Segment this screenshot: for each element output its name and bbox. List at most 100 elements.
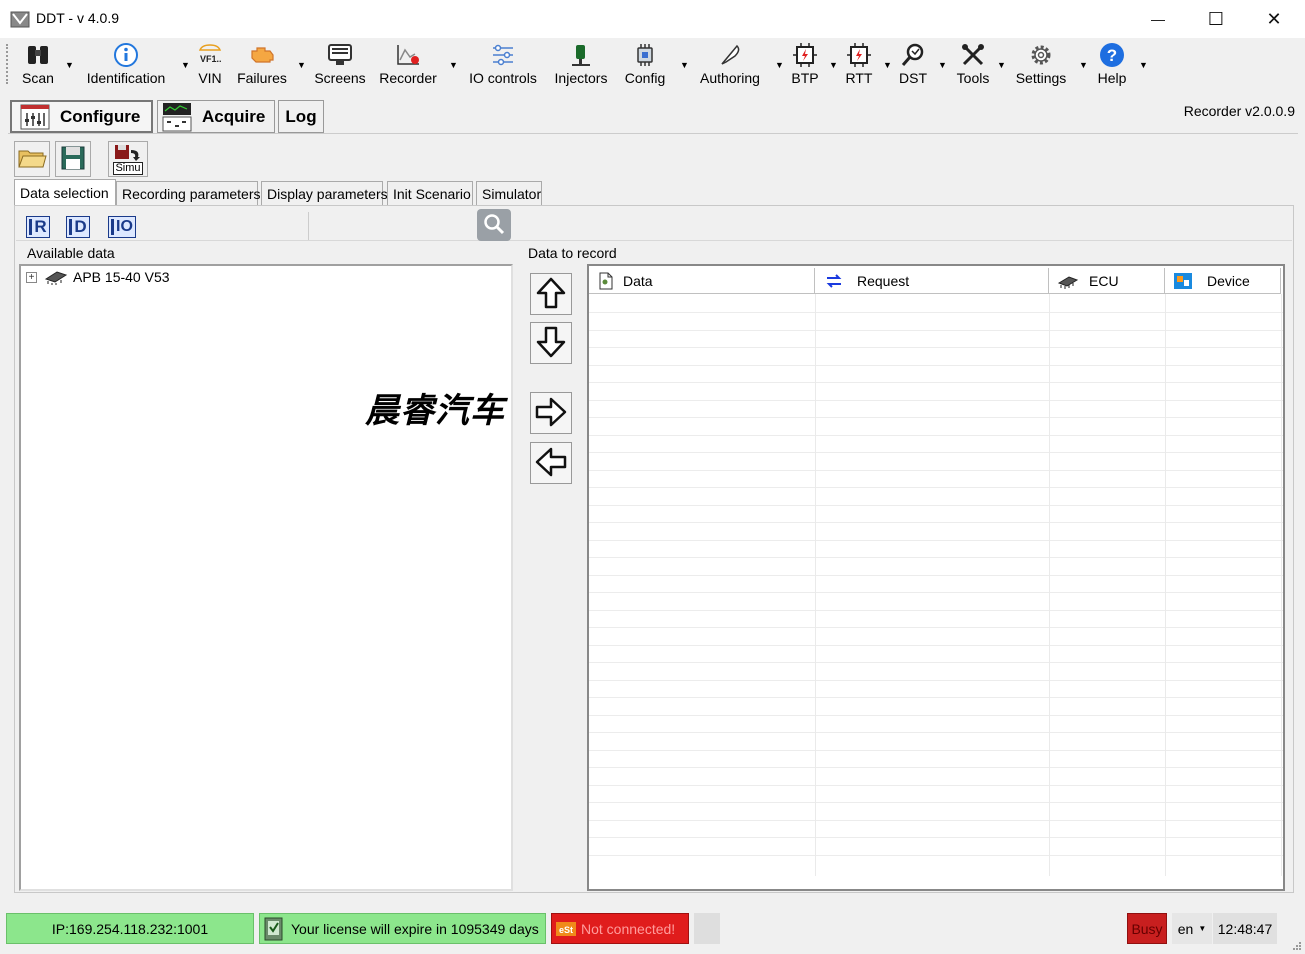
help-button[interactable]: ? Help xyxy=(1094,38,1130,90)
ecu-chip-icon xyxy=(1057,273,1079,289)
grid-row-line xyxy=(589,400,1283,401)
toolbar-grip[interactable] xyxy=(6,44,9,84)
grid-row-line xyxy=(589,645,1283,646)
tools-dropdown-arrow[interactable]: ▼ xyxy=(997,60,1006,70)
tree-item-ecu[interactable]: APB 15-40 V53 xyxy=(43,269,170,285)
column-header-data[interactable]: Data xyxy=(589,268,815,294)
settings-dropdown-arrow[interactable]: ▼ xyxy=(1079,60,1088,70)
grid-row-line xyxy=(589,417,1283,418)
arrow-right-icon xyxy=(535,397,567,430)
tab-simulator[interactable]: Simulator xyxy=(476,181,542,205)
available-data-tree[interactable]: + APB 15-40 V53 xyxy=(19,264,513,891)
open-button[interactable] xyxy=(14,141,50,177)
btp-dropdown-arrow[interactable]: ▼ xyxy=(829,60,838,70)
grid-column-line xyxy=(815,294,816,889)
config-button[interactable]: Config xyxy=(620,38,670,90)
chip-config-icon xyxy=(631,41,659,69)
tree-expand-button[interactable]: + xyxy=(26,272,37,283)
rtt-button[interactable]: RTT xyxy=(842,38,876,90)
grid-row-line xyxy=(589,540,1283,541)
maximize-button[interactable]: ☐ xyxy=(1187,0,1245,38)
move-up-button[interactable] xyxy=(530,273,572,315)
column-device-label: Device xyxy=(1207,272,1250,289)
grid-row-line xyxy=(589,837,1283,838)
config-label: Config xyxy=(624,70,666,86)
grid-column-line xyxy=(1281,294,1282,889)
column-header-ecu[interactable]: ECU xyxy=(1049,268,1165,294)
tab-log-label: Log xyxy=(285,106,317,126)
grid-row-line xyxy=(589,435,1283,436)
search-button[interactable] xyxy=(477,209,511,241)
tab-acquire[interactable]: Acquire xyxy=(157,100,275,133)
authoring-dropdown-arrow[interactable]: ▼ xyxy=(775,60,784,70)
filter-io-button[interactable]: IO xyxy=(106,214,138,240)
r-label: R xyxy=(34,217,47,236)
d-label: D xyxy=(74,217,87,236)
dst-dropdown-arrow[interactable]: ▼ xyxy=(938,60,947,70)
filter-d-button[interactable]: D xyxy=(64,214,92,240)
save-button[interactable] xyxy=(55,141,91,177)
btp-chip-icon xyxy=(791,41,819,69)
authoring-button[interactable]: Authoring xyxy=(694,38,766,90)
tab-log[interactable]: Log xyxy=(278,100,324,133)
tab-recording-parameters[interactable]: Recording parameters xyxy=(116,181,261,205)
ip-status-label: IP:169.254.118.232:1001 xyxy=(51,920,209,937)
tab-init-scenario[interactable]: Init Scenario xyxy=(387,181,473,205)
column-header-request[interactable]: Request xyxy=(815,268,1049,294)
add-to-record-button[interactable] xyxy=(530,392,572,434)
resize-grip[interactable] xyxy=(1290,938,1302,950)
vin-button[interactable]: VF1.. VIN xyxy=(194,38,226,90)
io-label: IO xyxy=(116,218,133,235)
r-icon: R xyxy=(26,216,50,238)
io-controls-button[interactable]: IO controls xyxy=(464,38,542,90)
identification-label: Identification xyxy=(86,70,166,86)
chevron-down-icon: ▼ xyxy=(1198,924,1207,933)
screens-button[interactable]: Screens xyxy=(312,38,368,90)
simu-button[interactable]: Simu xyxy=(108,141,148,177)
injectors-button[interactable]: Injectors xyxy=(550,38,612,90)
settings-label: Settings xyxy=(1015,70,1067,86)
tools-button[interactable]: Tools xyxy=(952,38,994,90)
tab-configure[interactable]: Configure xyxy=(10,100,153,133)
config-dropdown-arrow[interactable]: ▼ xyxy=(680,60,689,70)
status-spacer xyxy=(694,913,720,944)
settings-button[interactable]: Settings xyxy=(1012,38,1070,90)
remove-from-record-button[interactable] xyxy=(530,442,572,484)
svg-text:eSt: eSt xyxy=(559,925,573,935)
window-title: DDT - v 4.0.9 xyxy=(36,10,119,26)
tab-data-selection[interactable]: Data selection xyxy=(14,179,116,206)
simu-icon: Simu xyxy=(113,144,143,175)
failures-dropdown-arrow[interactable]: ▼ xyxy=(297,60,306,70)
identification-dropdown-arrow[interactable]: ▼ xyxy=(181,60,190,70)
btp-button[interactable]: BTP xyxy=(788,38,822,90)
close-button[interactable]: ✕ xyxy=(1245,0,1303,38)
screens-icon xyxy=(326,41,354,69)
tab-recording-parameters-label: Recording parameters xyxy=(122,185,261,202)
rtt-dropdown-arrow[interactable]: ▼ xyxy=(883,60,892,70)
horizontal-scrollbar-area[interactable] xyxy=(589,876,1283,889)
grid-row-line xyxy=(589,522,1283,523)
language-select[interactable]: en ▼ xyxy=(1172,913,1212,944)
recorder-dropdown-arrow[interactable]: ▼ xyxy=(449,60,458,70)
tab-display-parameters[interactable]: Display parameters xyxy=(261,181,388,205)
dst-button[interactable]: DST xyxy=(896,38,930,90)
recorder-button[interactable]: Recorder xyxy=(376,38,440,90)
column-header-device[interactable]: Device xyxy=(1165,268,1281,294)
connection-status: eSt Not connected! xyxy=(551,913,689,944)
arrow-down-icon xyxy=(536,326,566,361)
info-icon xyxy=(112,41,140,69)
grid-row-line xyxy=(589,627,1283,628)
scan-dropdown-arrow[interactable]: ▼ xyxy=(65,60,74,70)
failures-button[interactable]: Failures xyxy=(234,38,290,90)
help-dropdown-arrow[interactable]: ▼ xyxy=(1139,60,1148,70)
data-to-record-grid[interactable]: Data Request ECU Device xyxy=(587,264,1285,891)
move-down-button[interactable] xyxy=(530,322,572,364)
scan-button[interactable]: Scan xyxy=(18,38,58,90)
tab-data-selection-label: Data selection xyxy=(20,185,109,201)
authoring-label: Authoring xyxy=(700,70,760,86)
grid-row-line xyxy=(589,785,1283,786)
help-icon: ? xyxy=(1098,41,1126,69)
identification-button[interactable]: Identification xyxy=(80,38,172,90)
minimize-button[interactable]: — xyxy=(1129,0,1187,38)
filter-r-button[interactable]: R xyxy=(24,214,52,240)
